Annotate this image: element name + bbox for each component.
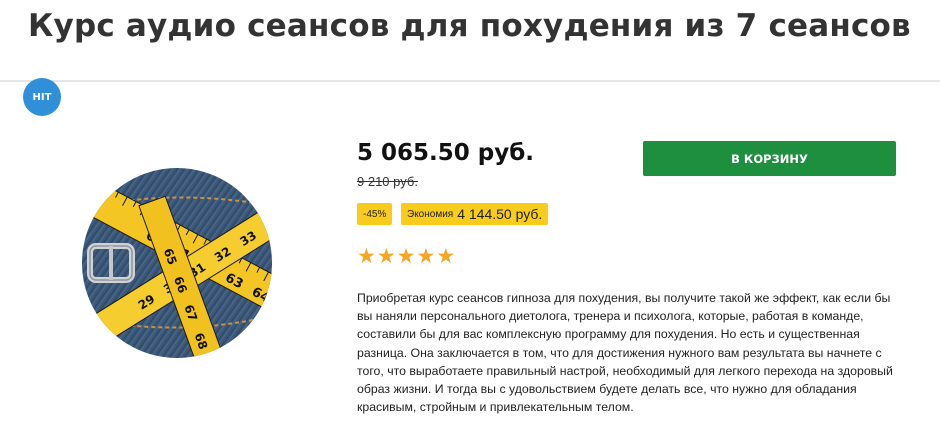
rating-stars: ★ ★ ★ ★ ★ <box>357 244 455 268</box>
discount-badge: -45% <box>357 203 393 225</box>
economy-label: Экономия <box>407 208 454 220</box>
star-icon: ★ <box>416 244 436 268</box>
star-icon: ★ <box>436 244 456 268</box>
star-icon: ★ <box>396 244 416 268</box>
economy-badge: Экономия 4 144.50 руб. <box>401 203 549 225</box>
title-divider <box>0 80 940 82</box>
hit-badge: HIT <box>23 78 61 116</box>
product-description: Приобретая курс сеансов гипноза для поху… <box>357 291 893 415</box>
add-to-cart-button[interactable]: В КОРЗИНУ <box>643 141 896 176</box>
old-price: 9 210 руб. <box>357 174 418 189</box>
star-icon: ★ <box>357 244 376 268</box>
current-price: 5 065.50 руб. <box>357 140 535 166</box>
economy-value: 4 144.50 руб. <box>457 206 543 222</box>
star-icon: ★ <box>376 244 396 268</box>
product-image[interactable]: 60 61 62 63 64 29 30 31 32 33 65 66 67 <box>82 168 272 358</box>
product-title: Курс аудио сеансов для похудения из 7 се… <box>28 8 911 44</box>
